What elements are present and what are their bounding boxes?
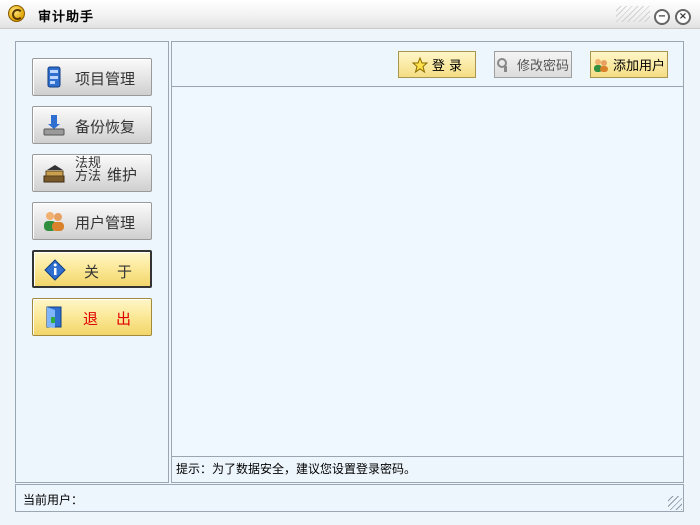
change-password-button[interactable]: 修改密码 [494,51,572,78]
key-icon [496,57,507,72]
title-decoration [616,6,650,22]
current-user-label: 当前用户： [23,493,84,507]
user-management-button[interactable]: 用户管理 [32,202,152,240]
hint-text: 提示：为了数据安全，建议您设置登录密码。 [176,462,417,476]
add-user-label: 添加用户 [612,59,665,74]
exit-door-icon [46,306,62,328]
sidebar-item-label-suffix: 维护 [107,166,138,184]
books-icon [43,165,65,183]
sidebar-item-label: 用户管理 [75,214,136,232]
main-panel: 登 录 修改密码 添加用户 提示：为了数据安全，建议您设置登录密码。 [171,41,684,483]
content-area[interactable] [172,88,683,457]
star-icon [411,56,428,73]
sidebar-item-label: 关于 [84,263,151,281]
info-icon [44,259,66,281]
sidebar-item-label: 法规 方法 [75,157,101,183]
project-management-button[interactable]: 项目管理 [32,58,152,96]
login-label: 登 录 [431,59,463,74]
toolbar: 登 录 修改密码 添加用户 [172,42,683,87]
sidebar-item-label: 退出 [83,310,150,328]
project-book-icon [47,66,61,88]
backup-restore-button[interactable]: 备份恢复 [32,106,152,144]
window-title: 审计助手 [38,10,95,25]
close-icon[interactable]: × [675,9,691,25]
sidebar-item-label: 项目管理 [75,70,136,88]
regulations-maintenance-button[interactable]: 法规 方法 维护 [32,154,152,192]
sidebar: 项目管理 备份恢复 法规 方法 维护 用户管理 关于 退出 [15,41,169,483]
exit-button[interactable]: 退出 [32,298,152,336]
about-button[interactable]: 关于 [32,250,152,288]
login-button[interactable]: 登 录 [398,51,476,78]
add-user-button[interactable]: 添加用户 [590,51,668,78]
minimize-icon[interactable]: − [654,9,670,25]
backup-disk-icon [43,115,65,136]
title-bar: 审计助手 − × [0,0,700,29]
users-icon [44,212,64,231]
change-password-label: 修改密码 [516,59,569,74]
label-line-2: 方法 [75,169,102,184]
sidebar-item-label: 备份恢复 [75,118,136,136]
resize-grip-icon[interactable] [668,496,682,510]
app-logo-icon [8,5,25,22]
status-bar: 当前用户： [15,484,684,512]
window-body: 项目管理 备份恢复 法规 方法 维护 用户管理 关于 退出 登 录 修改密码 添… [0,29,700,525]
add-user-icon [593,58,608,72]
